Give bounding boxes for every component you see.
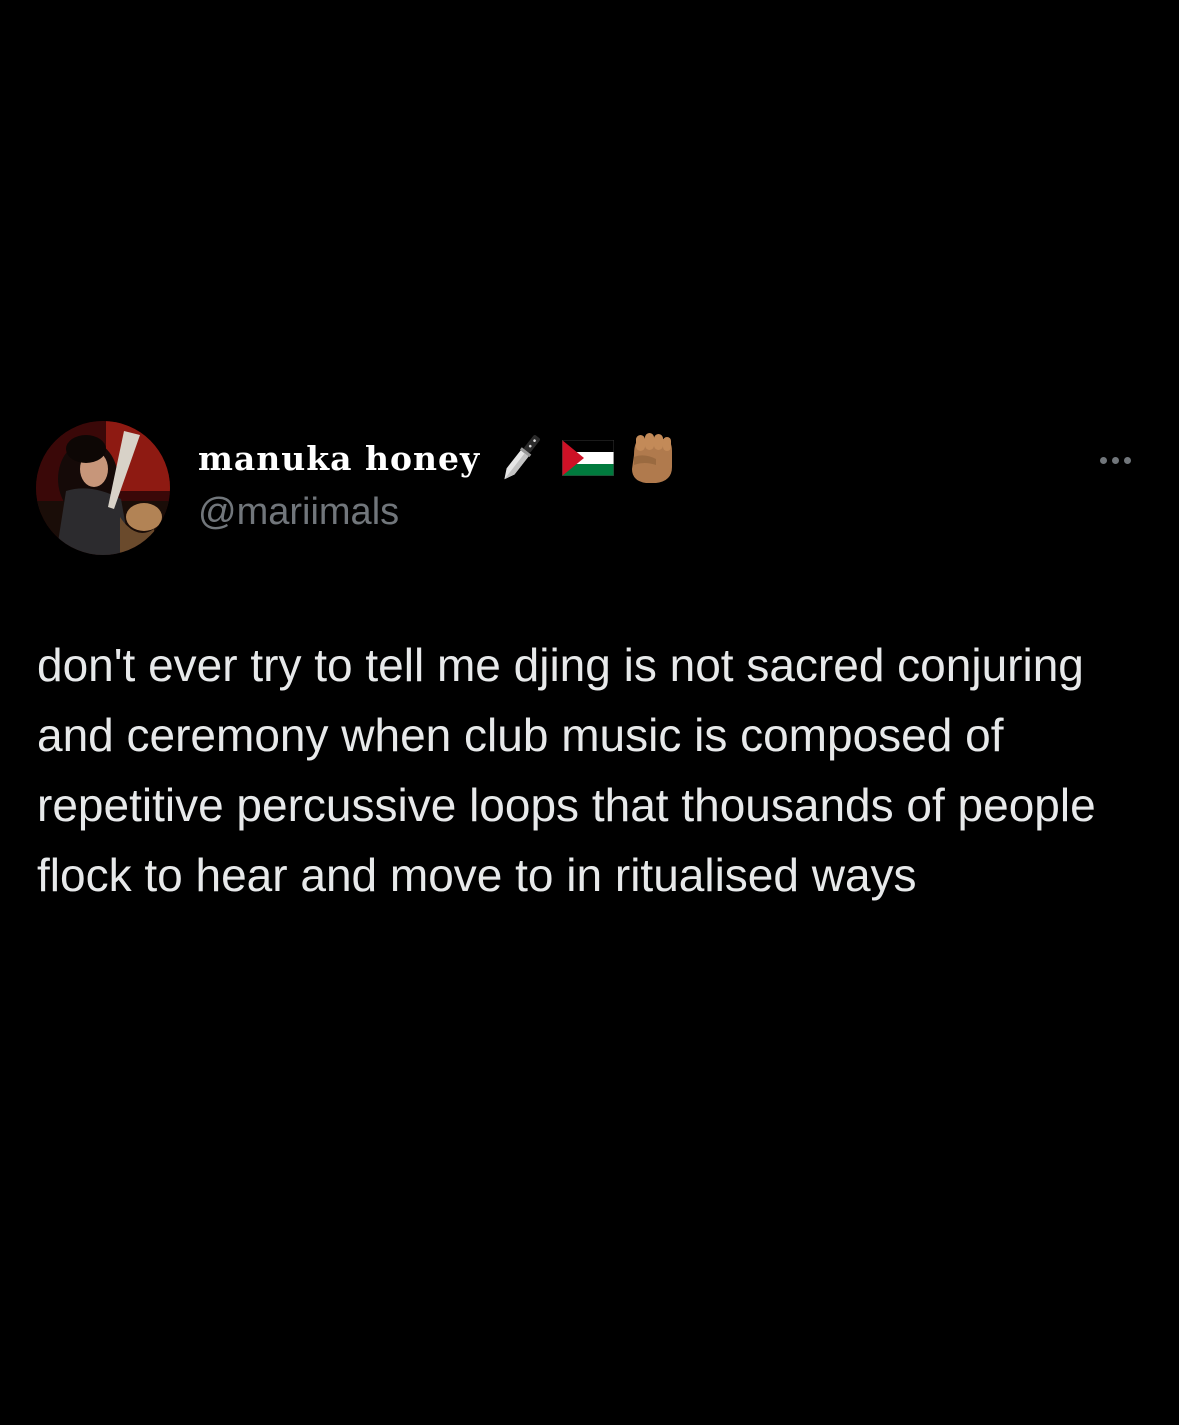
user-handle[interactable]: @mariimals [198,491,399,534]
display-name[interactable]: manuka honey [198,439,480,478]
palestine-flag-icon [562,440,615,476]
knife-icon [492,429,550,487]
more-dot-icon [1111,456,1119,464]
tweet-card: manuka honey @mariimals don't ever try t… [0,0,1179,1425]
user-name-row[interactable]: manuka honey [198,430,676,486]
more-dot-icon [1123,456,1131,464]
tweet-text: don't ever try to tell me djing is not s… [37,639,1096,901]
avatar[interactable] [36,421,170,555]
avatar-image [36,421,170,555]
more-options-button[interactable] [1090,446,1140,474]
raised-fist-icon [626,431,676,485]
more-dot-icon [1099,456,1107,464]
